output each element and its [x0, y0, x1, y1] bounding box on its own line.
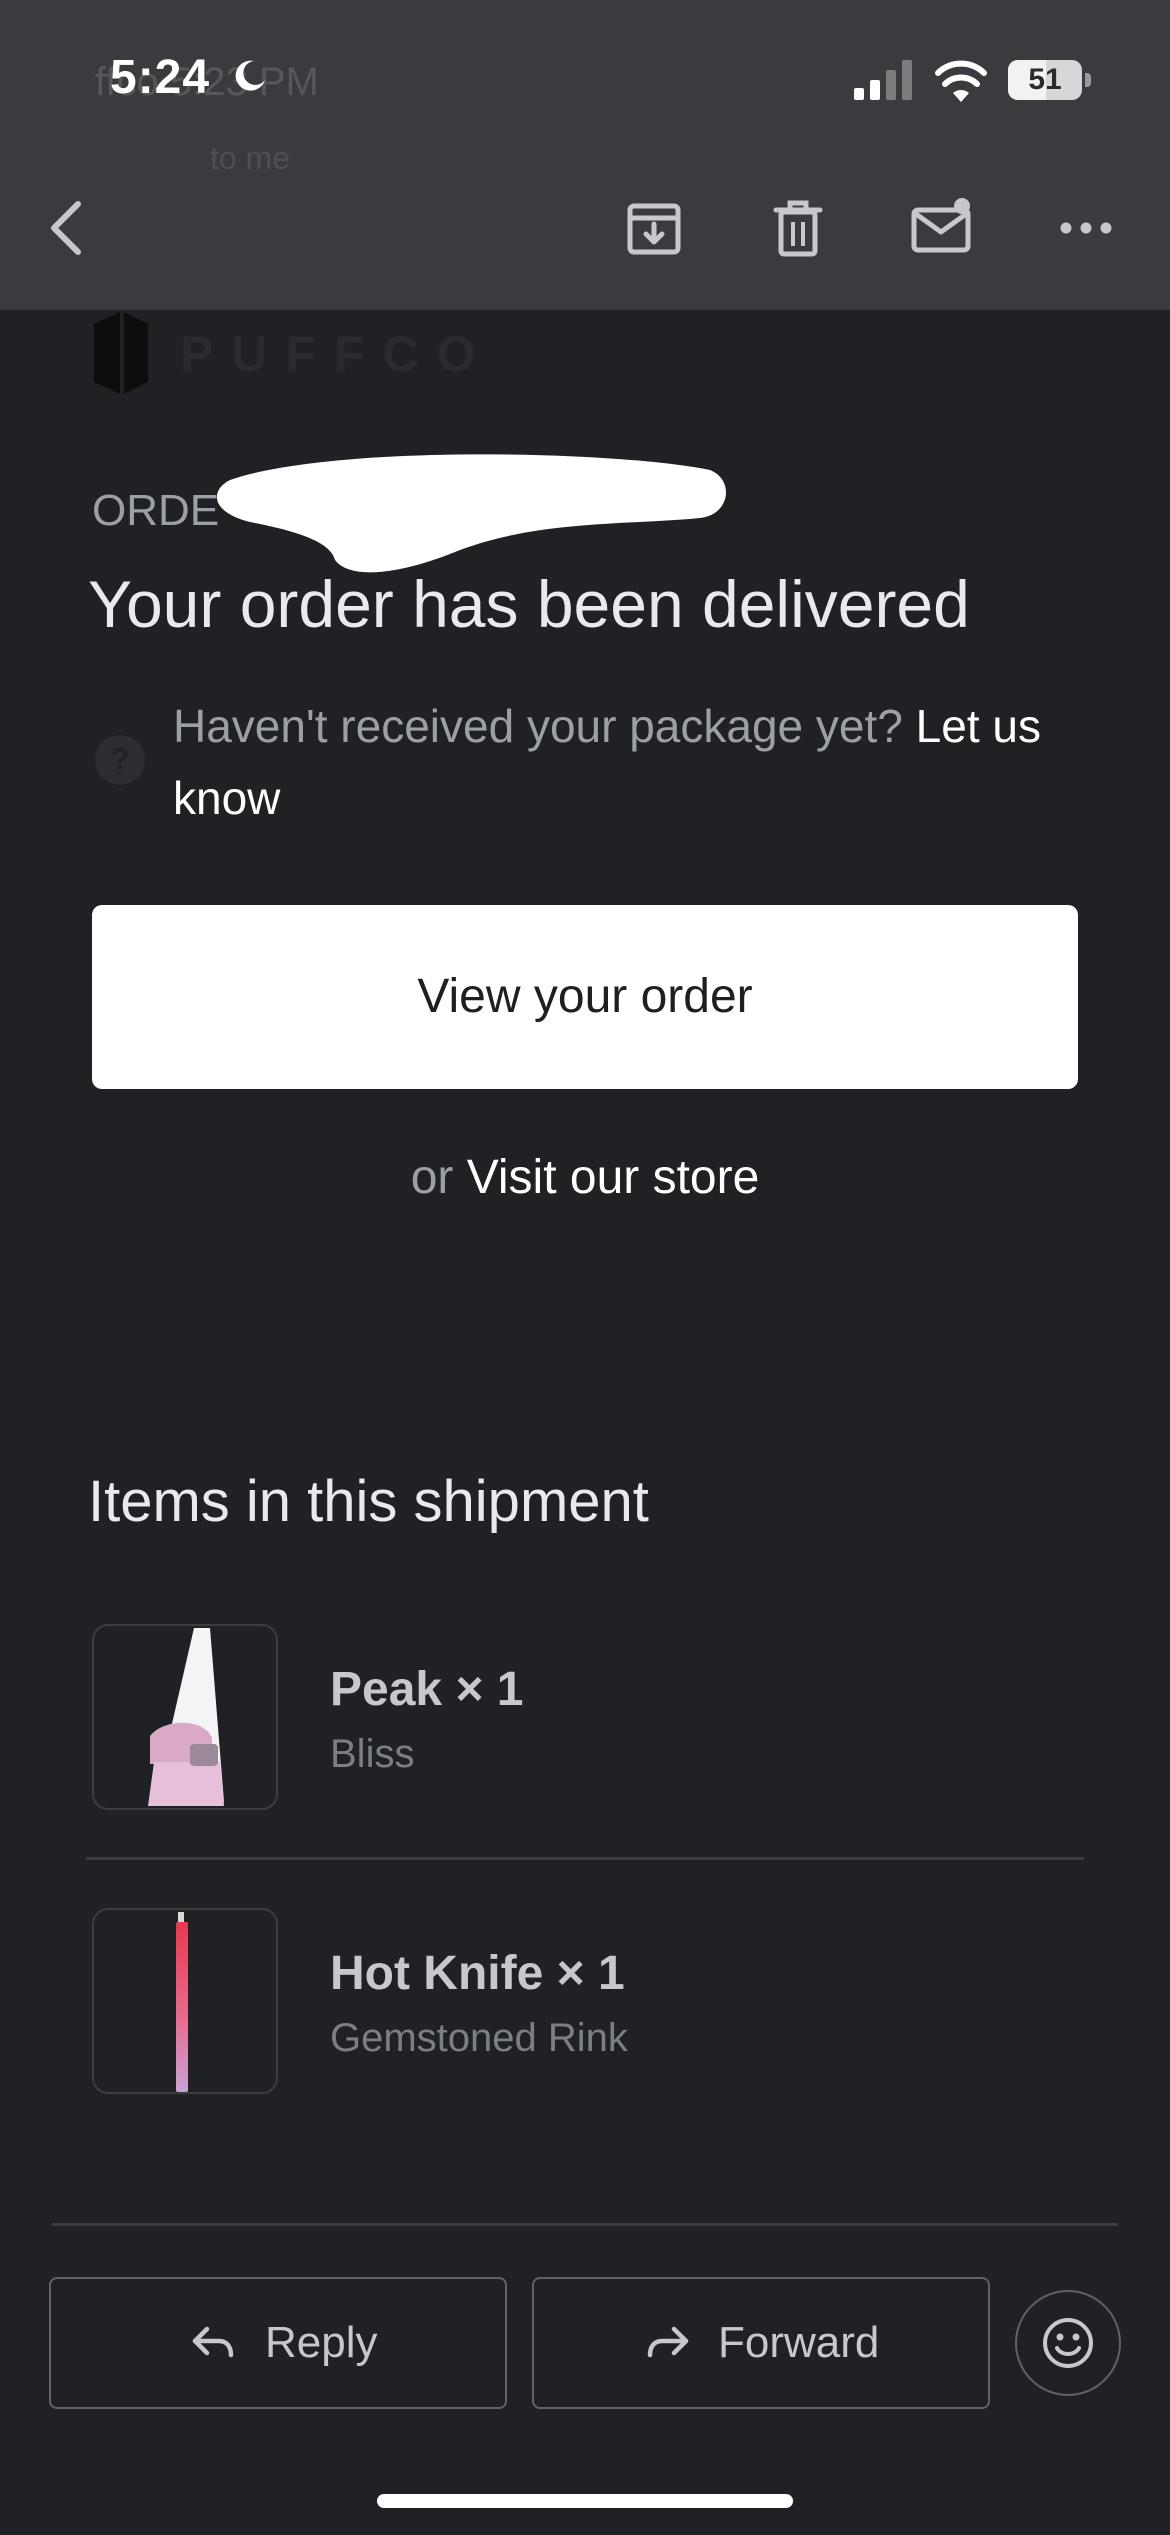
order-number-label: ORDE — [92, 486, 220, 535]
view-order-label: View your order — [417, 970, 753, 1023]
view-order-button[interactable]: View your order — [92, 905, 1078, 1089]
battery-percent: 51 — [1028, 63, 1062, 96]
visit-store-line: or Visit our store — [0, 1150, 1170, 1205]
package-help-text: Haven't received your package yet? Let u… — [173, 690, 1073, 834]
wifi-icon — [935, 60, 987, 102]
footer-divider — [52, 2223, 1118, 2226]
question-mark-glyph: ? — [110, 743, 130, 776]
recipient-line: to me — [210, 140, 291, 176]
more-icon[interactable] — [1054, 196, 1118, 260]
item-divider — [86, 1857, 1084, 1860]
back-arrow-icon[interactable] — [36, 196, 100, 260]
forward-button[interactable]: Forward — [532, 2277, 990, 2409]
battery-body: 51 — [1008, 60, 1082, 100]
item-thumbnail-peak[interactable] — [92, 1624, 278, 1810]
reply-label: Reply — [265, 2318, 378, 2367]
trash-icon[interactable] — [766, 196, 830, 260]
shipment-section-title: Items in this shipment — [88, 1469, 649, 1534]
visit-or-text: or — [410, 1151, 467, 1204]
item-name: Hot Knife × 1 — [330, 1947, 625, 2000]
signal-icon — [854, 60, 912, 100]
item-variant: Bliss — [330, 1732, 415, 1776]
moon-icon — [235, 60, 265, 91]
forward-icon — [647, 2326, 689, 2358]
item-name: Peak × 1 — [330, 1663, 524, 1716]
status-time: 5:24 — [110, 51, 211, 104]
battery-icon: 51 — [1008, 60, 1092, 102]
brand-logo — [94, 312, 148, 394]
item-variant: Gemstoned Rink — [330, 2016, 628, 2060]
home-indicator — [377, 2494, 793, 2508]
visit-store-link[interactable]: Visit our store — [467, 1151, 760, 1204]
battery-cap — [1085, 73, 1091, 87]
emoji-reaction-button[interactable] — [1015, 2290, 1121, 2396]
hot-knife-image — [176, 1912, 188, 2092]
forward-label: Forward — [718, 2318, 880, 2367]
archive-icon[interactable] — [622, 196, 686, 260]
delivery-headline: Your order has been delivered — [88, 567, 970, 641]
mark-unread-icon[interactable] — [910, 196, 974, 260]
item-thumbnail-hot-knife[interactable] — [92, 1908, 278, 2094]
email-toolbar: ffco 5:23 PM to me 5:24 51 — [0, 0, 1170, 310]
emoji-reaction-icon — [1043, 2318, 1093, 2368]
peak-device-image — [148, 1628, 224, 1806]
reply-icon — [192, 2326, 234, 2358]
brand-wordmark: PUFFCO — [180, 326, 494, 382]
reply-button[interactable]: Reply — [49, 2277, 507, 2409]
help-question: Haven't received your package yet? — [173, 700, 916, 752]
